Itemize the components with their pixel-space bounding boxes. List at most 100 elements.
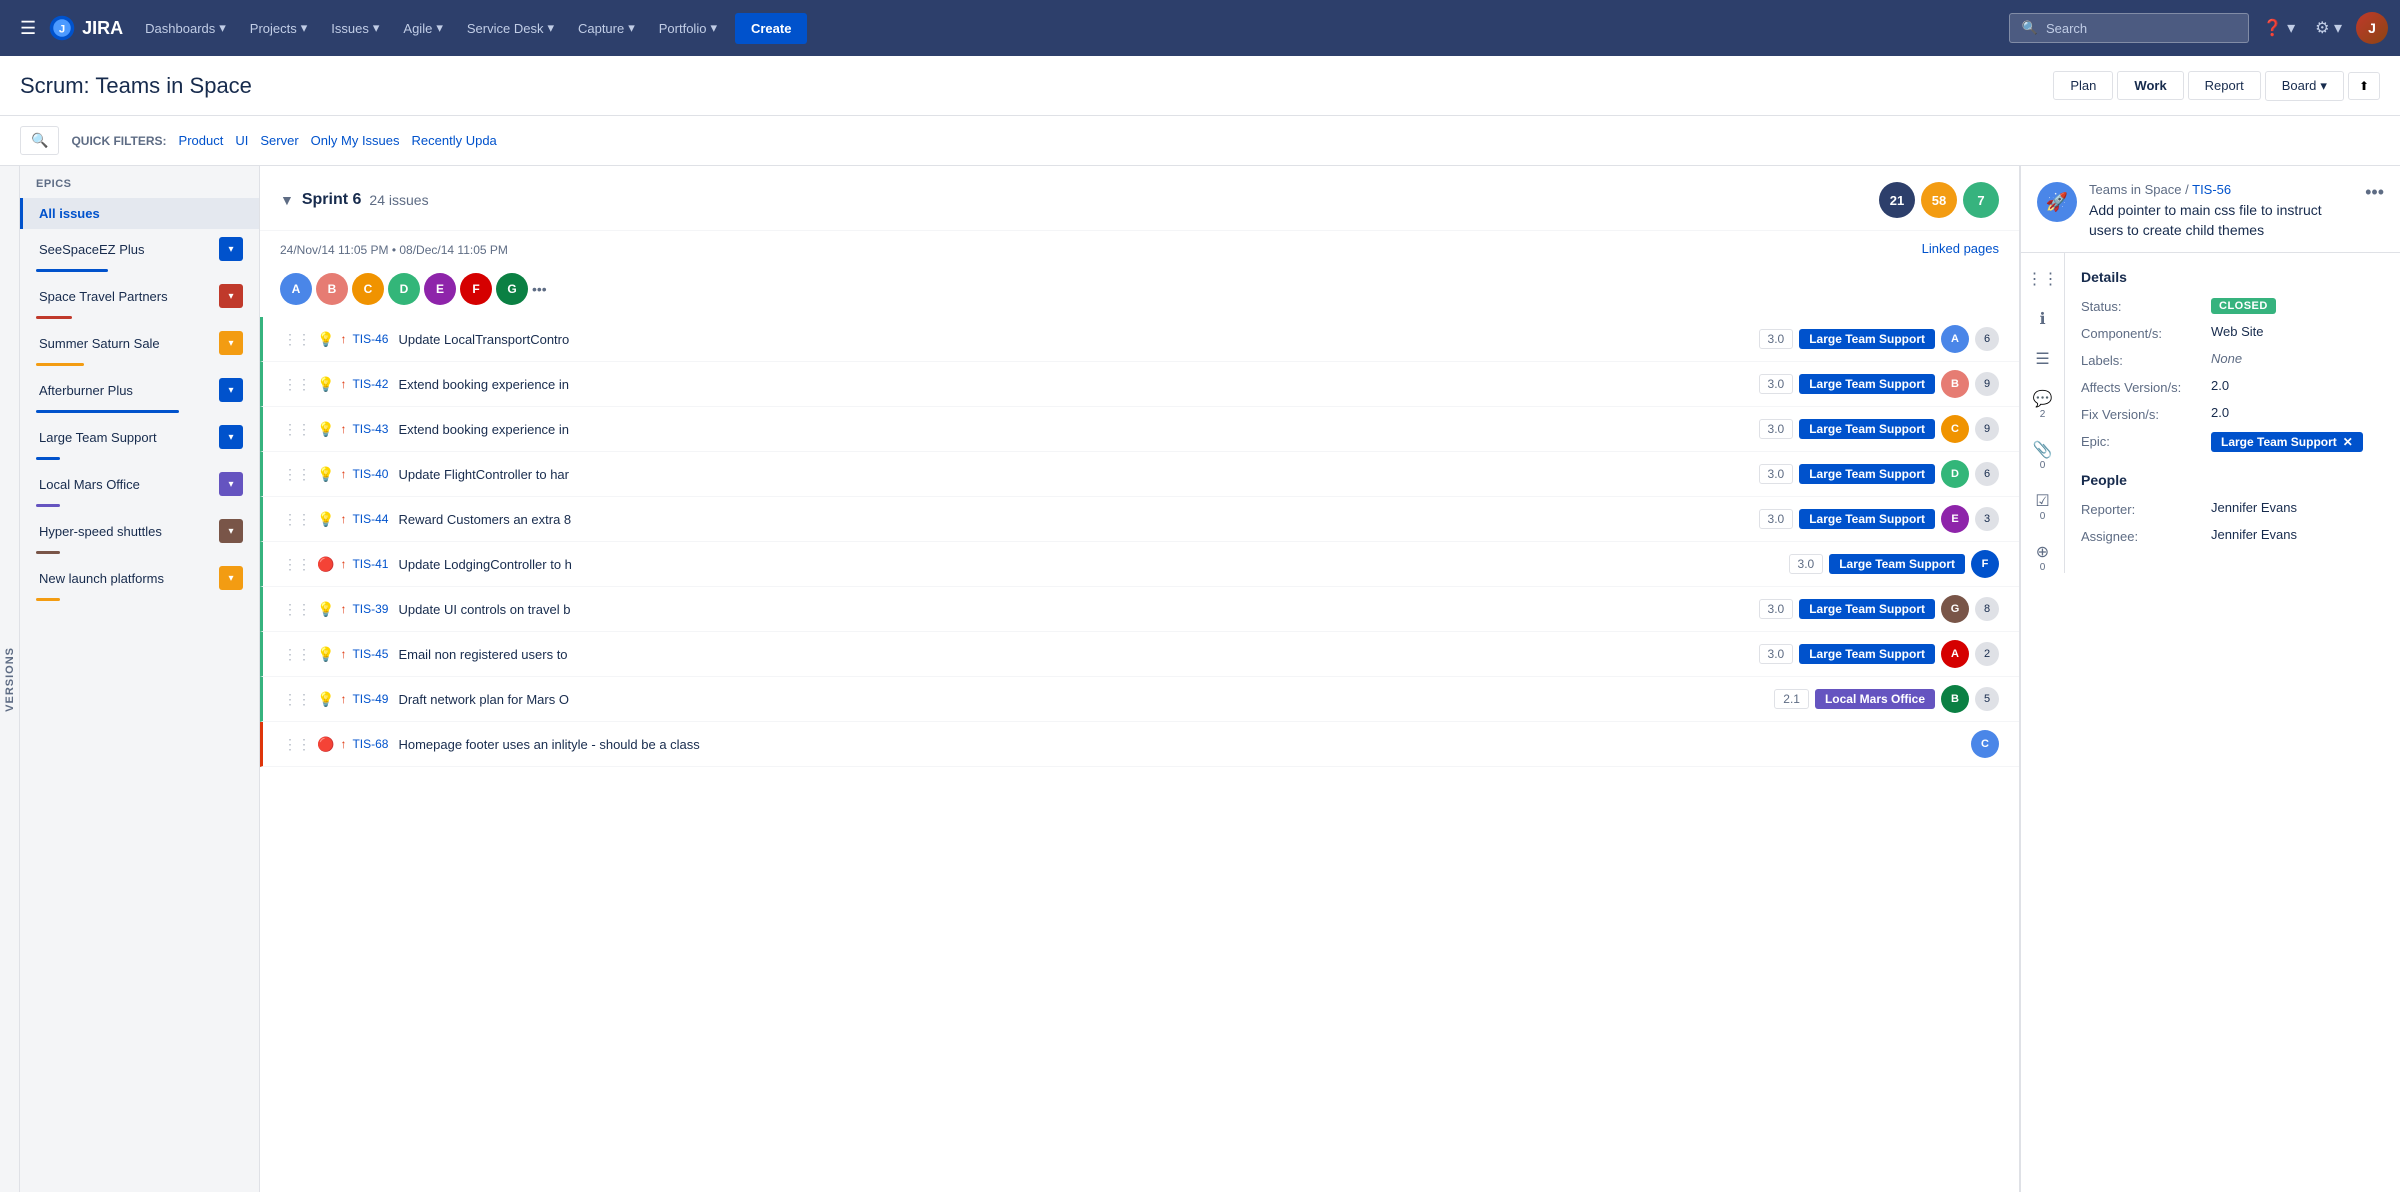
epic-local-mars-dropdown[interactable]: ▾ (219, 472, 243, 496)
issue-key-6[interactable]: TIS-39 (352, 602, 388, 616)
detail-issue-key-link[interactable]: TIS-56 (2192, 182, 2231, 197)
work-button[interactable]: Work (2117, 71, 2183, 100)
epic-item-seespacez[interactable]: SeeSpaceEZ Plus ▾ (20, 229, 259, 269)
collapse-button[interactable]: ⬆ (2348, 72, 2380, 100)
issue-key-4[interactable]: TIS-44 (352, 512, 388, 526)
epic-item-summer-saturn[interactable]: Summer Saturn Sale ▾ (20, 323, 259, 363)
help-button[interactable]: ❓ (2257, 12, 2301, 44)
nav-issues[interactable]: Issues (321, 12, 389, 44)
board-button[interactable]: Board (2265, 71, 2344, 101)
epic-space-travel-dropdown[interactable]: ▾ (219, 284, 243, 308)
issue-key-7[interactable]: TIS-45 (352, 647, 388, 661)
issue-assignee-9[interactable]: C (1971, 730, 1999, 758)
issue-row-8[interactable]: ⋮⋮ 💡 ↑ TIS-49 Draft network plan for Mar… (260, 677, 2019, 722)
detail-more-button[interactable]: ••• (2365, 182, 2384, 203)
filter-server[interactable]: Server (260, 133, 298, 148)
sprint-avatar-7[interactable]: G (496, 273, 528, 305)
issue-row-0[interactable]: ⋮⋮ 💡 ↑ TIS-46 Update LocalTransportContr… (260, 317, 2019, 362)
sprint-chevron[interactable]: ▼ (280, 192, 294, 208)
issue-assignee-7[interactable]: A (1941, 640, 1969, 668)
filter-product[interactable]: Product (179, 133, 224, 148)
epic-badge[interactable]: Large Team Support ✕ (2211, 432, 2363, 452)
epic-item-hyper-speed[interactable]: Hyper-speed shuttles ▾ (20, 511, 259, 551)
sprint-linked-pages[interactable]: Linked pages (1922, 241, 1999, 256)
epic-afterburner-dropdown[interactable]: ▾ (219, 378, 243, 402)
issue-row-7[interactable]: ⋮⋮ 💡 ↑ TIS-45 Email non registered users… (260, 632, 2019, 677)
issue-assignee-3[interactable]: D (1941, 460, 1969, 488)
filter-search-box[interactable]: 🔍 (20, 126, 59, 155)
issue-assignee-8[interactable]: B (1941, 685, 1969, 713)
epic-item-all[interactable]: All issues (20, 198, 259, 229)
issue-epic-7[interactable]: Large Team Support (1799, 644, 1935, 664)
plan-button[interactable]: Plan (2053, 71, 2113, 100)
issue-key-8[interactable]: TIS-49 (352, 692, 388, 706)
epic-item-large-team[interactable]: Large Team Support ▾ (20, 417, 259, 457)
epic-item-space-travel[interactable]: Space Travel Partners ▾ (20, 276, 259, 316)
nav-capture[interactable]: Capture (568, 12, 645, 44)
filter-recently-updated[interactable]: Recently Upda (412, 133, 497, 148)
nav-projects[interactable]: Projects (240, 12, 318, 44)
issue-row-9[interactable]: ⋮⋮ 🔴 ↑ TIS-68 Homepage footer uses an in… (260, 722, 2019, 767)
sprint-avatar-3[interactable]: C (352, 273, 384, 305)
issue-epic-3[interactable]: Large Team Support (1799, 464, 1935, 484)
issue-key-2[interactable]: TIS-43 (352, 422, 388, 436)
create-button[interactable]: Create (735, 13, 807, 44)
issue-row-2[interactable]: ⋮⋮ 💡 ↑ TIS-43 Extend booking experience … (260, 407, 2019, 452)
nav-agile[interactable]: Agile (393, 12, 452, 44)
issue-key-9[interactable]: TIS-68 (352, 737, 388, 751)
versions-sidebar[interactable]: VERSIONS (0, 166, 20, 1192)
search-box[interactable]: 🔍 Search (2009, 13, 2249, 43)
jira-logo[interactable]: J JIRA (48, 14, 123, 42)
detail-icon-activity[interactable]: ☰ (2035, 349, 2049, 369)
issue-assignee-1[interactable]: B (1941, 370, 1969, 398)
issue-assignee-0[interactable]: A (1941, 325, 1969, 353)
filter-ui[interactable]: UI (235, 133, 248, 148)
settings-button[interactable]: ⚙ (2309, 12, 2348, 44)
detail-icon-info[interactable]: ℹ (2039, 309, 2045, 329)
sprint-avatar-4[interactable]: D (388, 273, 420, 305)
issue-epic-1[interactable]: Large Team Support (1799, 374, 1935, 394)
issue-epic-6[interactable]: Large Team Support (1799, 599, 1935, 619)
issue-key-1[interactable]: TIS-42 (352, 377, 388, 391)
filter-my-issues[interactable]: Only My Issues (311, 133, 400, 148)
issue-assignee-2[interactable]: C (1941, 415, 1969, 443)
issue-row-3[interactable]: ⋮⋮ 💡 ↑ TIS-40 Update FlightController to… (260, 452, 2019, 497)
issue-key-5[interactable]: TIS-41 (352, 557, 388, 571)
nav-service-desk[interactable]: Service Desk (457, 12, 564, 44)
epic-badge-remove[interactable]: ✕ (2343, 435, 2353, 449)
issue-key-3[interactable]: TIS-40 (352, 467, 388, 481)
sprint-avatar-2[interactable]: B (316, 273, 348, 305)
epic-item-afterburner[interactable]: Afterburner Plus ▾ (20, 370, 259, 410)
sprint-avatars-more[interactable]: ••• (532, 281, 547, 297)
detail-icon-attachment[interactable]: 📎 (2033, 440, 2053, 460)
detail-icon-comment[interactable]: 💬 (2033, 389, 2053, 409)
epic-summer-saturn-dropdown[interactable]: ▾ (219, 331, 243, 355)
epic-item-local-mars[interactable]: Local Mars Office ▾ (20, 464, 259, 504)
epic-hyper-speed-dropdown[interactable]: ▾ (219, 519, 243, 543)
epic-item-new-launch[interactable]: New launch platforms ▾ (20, 558, 259, 598)
detail-icon-checklist[interactable]: ☑ (2035, 491, 2049, 511)
epic-new-launch-dropdown[interactable]: ▾ (219, 566, 243, 590)
issue-row-6[interactable]: ⋮⋮ 💡 ↑ TIS-39 Update UI controls on trav… (260, 587, 2019, 632)
issue-assignee-5[interactable]: F (1971, 550, 1999, 578)
issue-row-5[interactable]: ⋮⋮ 🔴 ↑ TIS-41 Update LodgingController t… (260, 542, 2019, 587)
sprint-avatar-1[interactable]: A (280, 273, 312, 305)
sprint-avatar-6[interactable]: F (460, 273, 492, 305)
epic-large-team-dropdown[interactable]: ▾ (219, 425, 243, 449)
epic-seespacez-dropdown[interactable]: ▾ (219, 237, 243, 261)
hamburger-menu[interactable]: ☰ (12, 10, 44, 47)
issue-row-4[interactable]: ⋮⋮ 💡 ↑ TIS-44 Reward Customers an extra … (260, 497, 2019, 542)
issue-key-0[interactable]: TIS-46 (352, 332, 388, 346)
nav-portfolio[interactable]: Portfolio (649, 12, 727, 44)
sprint-avatar-5[interactable]: E (424, 273, 456, 305)
issue-assignee-4[interactable]: E (1941, 505, 1969, 533)
issue-epic-0[interactable]: Large Team Support (1799, 329, 1935, 349)
issue-epic-5[interactable]: Large Team Support (1829, 554, 1965, 574)
issue-epic-8[interactable]: Local Mars Office (1815, 689, 1935, 709)
detail-icon-drag[interactable]: ⋮⋮ (2027, 269, 2059, 289)
issue-assignee-6[interactable]: G (1941, 595, 1969, 623)
issue-epic-4[interactable]: Large Team Support (1799, 509, 1935, 529)
report-button[interactable]: Report (2188, 71, 2261, 100)
user-avatar[interactable]: J (2356, 12, 2388, 44)
nav-dashboards[interactable]: Dashboards (135, 12, 236, 44)
